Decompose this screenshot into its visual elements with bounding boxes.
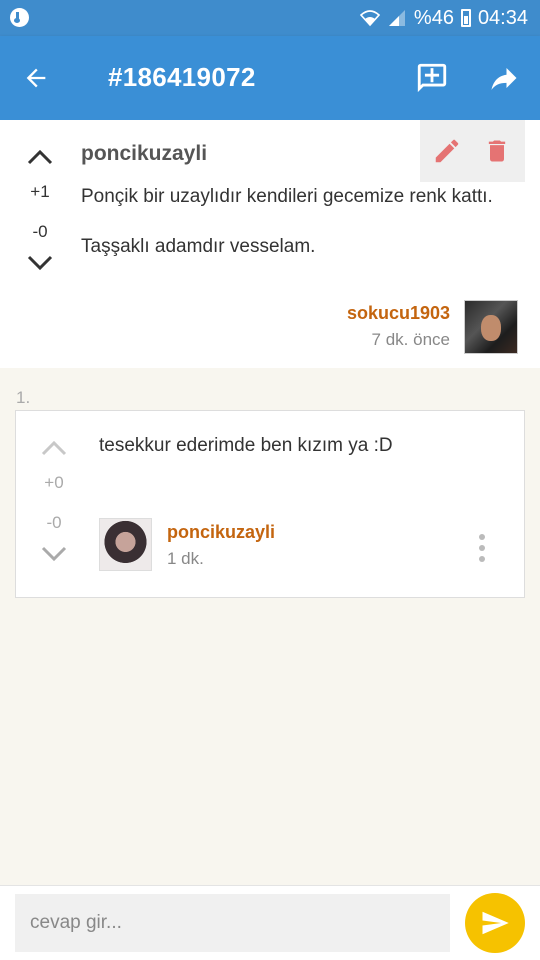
upvote-count: +1: [30, 182, 50, 201]
reply-index: 1.: [16, 388, 31, 407]
downvote-chevron-down-icon[interactable]: [34, 539, 74, 569]
battery-percent: %46: [413, 6, 454, 29]
app-bar: #186419072: [0, 36, 540, 120]
music-icon: [10, 8, 29, 27]
add-comment-icon[interactable]: [410, 58, 454, 98]
upvote-count: +0: [44, 473, 64, 492]
entry-body: Ponçik bir uzaylıdır kendileri gecemize …: [81, 184, 521, 259]
reply-card: +0 -0 tesekkur ederimde ben kızım ya :D …: [15, 410, 525, 598]
entry-author[interactable]: poncikuzayli: [81, 142, 207, 166]
downvote-count: -0: [46, 513, 62, 532]
send-icon: [482, 911, 509, 935]
signer-avatar[interactable]: [464, 300, 518, 354]
reply-author[interactable]: poncikuzayli: [167, 522, 275, 543]
entry-paragraph: Ponçik bir uzaylıdır kendileri gecemize …: [81, 186, 493, 207]
reply-avatar[interactable]: [99, 518, 152, 571]
trash-icon[interactable]: [478, 132, 516, 170]
send-button[interactable]: [465, 893, 525, 953]
reply-input[interactable]: [15, 894, 450, 952]
signal-icon: [388, 10, 405, 26]
reply-text: tesekkur ederimde ben kızım ya :D: [99, 435, 393, 456]
downvote-count: -0: [32, 222, 48, 241]
entry-paragraph: Taşşaklı adamdır vesselam.: [81, 236, 316, 257]
downvote-chevron-down-icon[interactable]: [20, 248, 60, 278]
entry-signer[interactable]: sokucu1903: [347, 303, 450, 324]
share-icon[interactable]: [482, 58, 526, 98]
reply-time: 1 dk.: [167, 549, 204, 568]
upvote-chevron-up-icon[interactable]: [20, 142, 60, 172]
clock: 04:34: [477, 6, 528, 29]
status-bar: %46 04:34: [0, 0, 540, 36]
wifi-icon: [359, 10, 380, 27]
pencil-icon[interactable]: [428, 132, 466, 170]
reply-composer: [0, 885, 540, 960]
entry-time: 7 dk. önce: [371, 330, 450, 349]
status-icons: %46 04:34: [359, 0, 528, 36]
battery-icon: [460, 9, 471, 27]
page-title: #186419072: [108, 62, 256, 92]
back-arrow-icon[interactable]: [16, 58, 56, 98]
entry-card: +1 -0 poncikuzayli Ponçik bir uzaylıdır …: [0, 120, 540, 368]
more-vert-icon[interactable]: [470, 531, 494, 565]
upvote-chevron-up-icon[interactable]: [34, 433, 74, 463]
entry-actions: [420, 120, 525, 182]
